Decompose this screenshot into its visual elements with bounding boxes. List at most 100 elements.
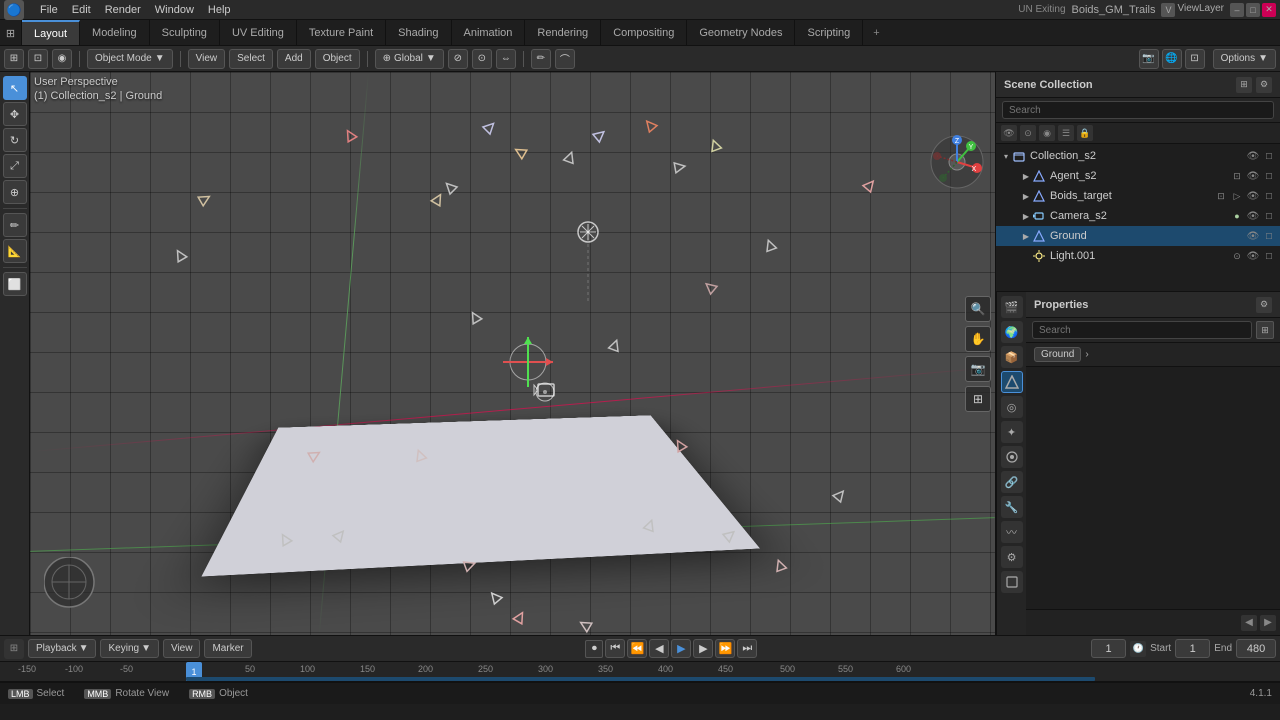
minimize-btn[interactable]: – — [1230, 3, 1244, 17]
tool-add-cube[interactable]: ⬜ — [3, 272, 27, 296]
overlay-icon[interactable]: ⊡ — [1185, 49, 1205, 69]
tool-scale[interactable]: ⤢ — [3, 154, 27, 178]
start-frame-input[interactable]: 1 — [1175, 639, 1210, 658]
add-btn[interactable]: Add — [277, 49, 311, 69]
timeline-ruler[interactable]: -150 -100 -50 1 50 100 150 200 250 300 3… — [0, 662, 1280, 682]
tl-time-display-icon[interactable]: 🕐 — [1130, 641, 1146, 657]
current-frame-input[interactable]: 1 — [1091, 639, 1126, 658]
quad-view-btn[interactable]: ⊞ — [965, 386, 991, 412]
viewlayer-btn[interactable]: V — [1161, 3, 1175, 17]
tree-item-boids[interactable]: ▶ Boids_target ⊡ ▷ 👁 ☐ — [996, 186, 1280, 206]
tree-arrow-collection[interactable]: ▾ — [1000, 150, 1012, 162]
filter-icon-2[interactable]: ⊙ — [1020, 125, 1036, 141]
props-icon-object[interactable]: 📦 — [1001, 346, 1023, 368]
zoom-in-btn[interactable]: 🔍 — [965, 296, 991, 322]
tool-rotate[interactable]: ↻ — [3, 128, 27, 152]
maximize-btn[interactable]: □ — [1246, 3, 1260, 17]
cam-icon[interactable]: 📷 — [1139, 49, 1159, 69]
filter-icon-3[interactable]: ◉ — [1039, 125, 1055, 141]
outliner-filter-icon[interactable]: ⊞ — [1236, 77, 1252, 93]
tab-texture-paint[interactable]: Texture Paint — [297, 20, 386, 45]
props-icon-physics[interactable] — [1001, 446, 1023, 468]
collection-hide-icon[interactable]: ☐ — [1262, 149, 1276, 163]
annotate-btn[interactable]: ✏ — [531, 49, 551, 69]
menu-render[interactable]: Render — [99, 2, 147, 18]
collection-eye-icon[interactable]: 👁 — [1246, 149, 1260, 163]
mirror-btn[interactable]: ⇔ — [496, 49, 516, 69]
tl-play-btn[interactable]: ▶ — [671, 639, 691, 658]
viewport-3d[interactable]: User Perspective (1) Collection_s2 | Gro… — [30, 72, 995, 635]
tab-shading[interactable]: Shading — [386, 20, 451, 45]
tree-arrow-camera[interactable]: ▶ — [1020, 210, 1032, 222]
filter-icon-1[interactable]: 👁 — [1001, 125, 1017, 141]
boids-hide-icon[interactable]: ☐ — [1262, 189, 1276, 203]
tree-arrow-agent[interactable]: ▶ — [1020, 170, 1032, 182]
object-mode-btn[interactable]: Object Mode ▼ — [87, 49, 173, 69]
camera-eye-icon[interactable]: 👁 — [1246, 209, 1260, 223]
props-icon-render[interactable]: ⚙ — [1001, 546, 1023, 568]
tree-arrow-ground[interactable]: ▶ — [1020, 230, 1032, 242]
view-btn[interactable]: View — [188, 49, 226, 69]
props-icon-modifiers[interactable]: 🔧 — [1001, 496, 1023, 518]
props-icon-material[interactable]: ◎ — [1001, 396, 1023, 418]
props-icon-particles[interactable]: ✦ — [1001, 421, 1023, 443]
end-frame-input[interactable]: 480 — [1236, 639, 1276, 658]
light-hide-icon[interactable]: ☐ — [1262, 249, 1276, 263]
menu-edit[interactable]: Edit — [66, 2, 97, 18]
camera-view-btn[interactable]: 📷 — [965, 356, 991, 382]
toolbar-icon-3[interactable]: ◉ — [52, 49, 72, 69]
agent-eye-icon[interactable]: 👁 — [1246, 169, 1260, 183]
tl-menu-icon[interactable]: ⊞ — [4, 639, 24, 659]
proportional-btn[interactable]: ⊙ — [472, 49, 492, 69]
props-icon-scene[interactable]: 🎬 — [1001, 296, 1023, 318]
tl-playback-btn[interactable]: Playback ▼ — [28, 639, 96, 658]
tl-jump-end-btn[interactable]: ⏭ — [737, 639, 757, 658]
tool-annotate[interactable]: ✏ — [3, 213, 27, 237]
props-icon-shading[interactable]: 〰 — [1001, 521, 1023, 543]
tl-keying-btn[interactable]: Keying ▼ — [100, 639, 158, 658]
nav-gizmo[interactable]: X Y Z — [927, 132, 987, 192]
tab-uv-editing[interactable]: UV Editing — [220, 20, 297, 45]
tab-animation[interactable]: Animation — [452, 20, 526, 45]
tl-prev-keyframe-btn[interactable]: ◀ — [649, 639, 669, 658]
camera-hide-icon[interactable]: ☐ — [1262, 209, 1276, 223]
props-filter-btn[interactable]: ⊞ — [1256, 321, 1274, 339]
ground-eye-icon[interactable]: 👁 — [1246, 229, 1260, 243]
tab-geometry-nodes[interactable]: Geometry Nodes — [687, 20, 795, 45]
props-icon-extra[interactable] — [1001, 571, 1023, 593]
close-btn[interactable]: ✕ — [1262, 3, 1276, 17]
light-eye-icon[interactable]: 👁 — [1246, 249, 1260, 263]
globe-icon[interactable]: 🌐 — [1162, 49, 1182, 69]
filter-icon-5[interactable]: 🔒 — [1077, 125, 1093, 141]
outliner-settings-icon[interactable]: ⚙ — [1256, 77, 1272, 93]
props-icon-world[interactable]: 🌍 — [1001, 321, 1023, 343]
tab-modeling[interactable]: Modeling — [80, 20, 150, 45]
props-prev-btn[interactable]: ◀ — [1241, 615, 1257, 631]
toolbar-icon-1[interactable]: ⊞ — [4, 49, 24, 69]
boids-eye-icon[interactable]: 👁 — [1246, 189, 1260, 203]
tool-measure[interactable]: 📐 — [3, 239, 27, 263]
hand-btn[interactable]: ✋ — [965, 326, 991, 352]
outliner-search-input[interactable] — [1002, 101, 1274, 119]
tl-jump-start-btn[interactable]: ⏮ — [605, 639, 625, 658]
menu-file[interactable]: File — [34, 2, 64, 18]
transform-btn[interactable]: ⊕ Global ▼ — [375, 49, 444, 69]
snap-btn[interactable]: ⊘ — [448, 49, 468, 69]
tool-cursor[interactable]: ↖ — [3, 76, 27, 100]
options-btn[interactable]: Options ▼ — [1213, 49, 1276, 69]
props-icon-constraints[interactable]: 🔗 — [1001, 471, 1023, 493]
tool-move[interactable]: ✥ — [3, 102, 27, 126]
nav-widget[interactable] — [44, 557, 109, 625]
ground-hide-icon[interactable]: ☐ — [1262, 229, 1276, 243]
tree-arrow-boids[interactable]: ▶ — [1020, 190, 1032, 202]
props-icon-mesh[interactable] — [1001, 371, 1023, 393]
tree-item-light[interactable]: ▶ Light.001 ⊙ 👁 ☐ — [996, 246, 1280, 266]
select-btn[interactable]: Select — [229, 49, 273, 69]
tree-collection[interactable]: ▾ Collection_s2 👁 ☐ — [996, 146, 1280, 166]
tl-record-btn[interactable]: ⏺ — [585, 640, 603, 658]
agent-hide-icon[interactable]: ☐ — [1262, 169, 1276, 183]
toolbar-icon-2[interactable]: ⊡ — [28, 49, 48, 69]
path-btn[interactable]: ⌒ — [555, 49, 575, 69]
tl-view-btn[interactable]: View — [163, 639, 201, 658]
tree-item-ground[interactable]: ▶ Ground 👁 ☐ — [996, 226, 1280, 246]
